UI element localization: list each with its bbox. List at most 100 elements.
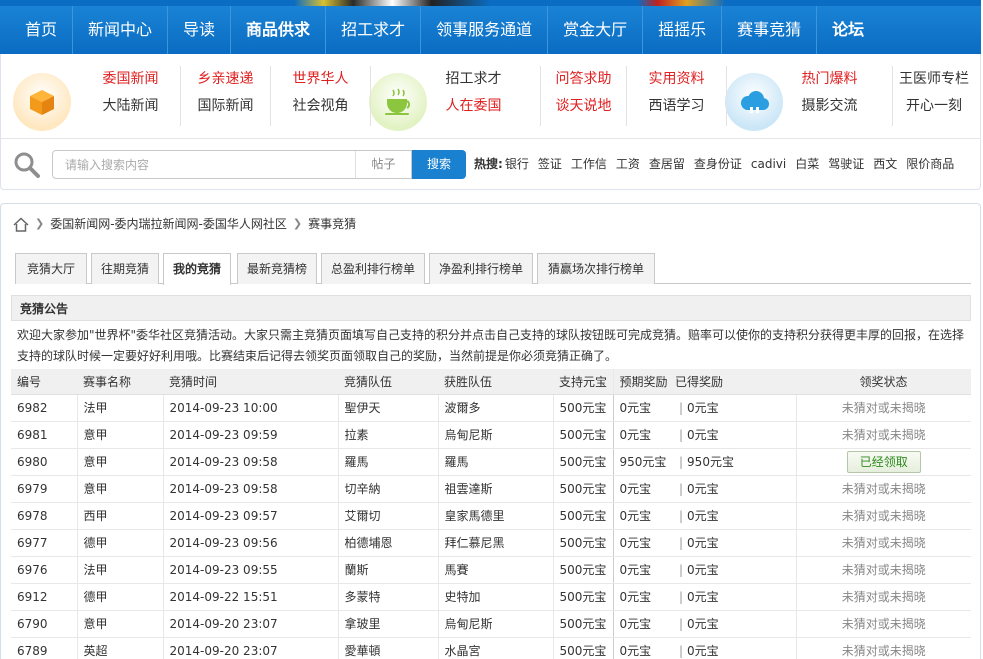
cell-status: 未猜对或未揭晓 (796, 637, 971, 659)
cell-team: 拿玻里 (338, 610, 439, 638)
cell-time: 2014-09-23 09:55 (163, 556, 339, 584)
col-event: 赛事名称 (77, 369, 163, 395)
cell-status: 未猜对或未揭晓 (796, 394, 971, 422)
cell-status: 未猜对或未揭晓 (796, 475, 971, 503)
hot-search-link[interactable]: 工资 (616, 152, 640, 176)
expected-value: 0元宝 (619, 509, 652, 523)
channel-link[interactable]: 招工求才 (407, 66, 540, 93)
channel-link[interactable]: 世界华人 (271, 66, 370, 93)
cell-team: 羅馬 (338, 448, 439, 476)
cell-winner: 羅馬 (438, 448, 554, 476)
channel-link[interactable]: 乡亲速递 (181, 66, 270, 93)
channel-link[interactable]: 人在委国 (407, 93, 540, 120)
top-navigation: 首页 新闻中心 导读 商品供求 招工求才 领事服务通道 赏金大厅 摇摇乐 赛事竞猜 论坛 (0, 0, 981, 54)
hot-search-link[interactable]: 签证 (538, 152, 562, 176)
nav-item[interactable]: 商品供求 (231, 6, 327, 54)
search-button[interactable]: 搜索 (412, 150, 466, 179)
tab-item[interactable]: 竞猜大厅 (15, 253, 87, 284)
cell-time: 2014-09-23 10:00 (163, 394, 339, 422)
claimed-button[interactable]: 已经领取 (846, 450, 921, 473)
nav-item[interactable]: 赏金大厅 (548, 6, 644, 54)
status-text: 未猜对或未揭晓 (841, 536, 926, 550)
cell-event: 意甲 (77, 475, 164, 503)
cell-stake: 500元宝 (553, 583, 614, 611)
search-bar: 帖子 搜索 热搜: 银行签证工作信工资查居留查身份证 cadivi 白菜驾驶证西文限… (0, 138, 981, 190)
cell-won: | 0元宝 (669, 394, 797, 422)
nav-item[interactable]: 招工求才 (326, 6, 422, 54)
channel-link[interactable]: 摄影交流 (767, 93, 892, 120)
channel-group: 委国新闻 大陆新闻 (81, 66, 181, 126)
nav-item[interactable]: 首页 (10, 6, 74, 54)
nav-item[interactable]: 论坛 (817, 6, 879, 54)
tab-item[interactable]: 猜赢场次排行榜单 (537, 253, 655, 284)
tab-item[interactable]: 最新竞猜榜 (237, 253, 317, 284)
hot-search-link[interactable]: 白菜 (795, 152, 819, 176)
search-input[interactable] (53, 151, 353, 178)
hot-search-link[interactable]: cadivi (751, 152, 786, 176)
hot-search-link[interactable]: 查居留 (649, 152, 685, 176)
cell-expected: 0元宝 (613, 502, 669, 530)
tab-item[interactable]: 往期竞猜 (91, 253, 159, 284)
cell-time: 2014-09-20 23:07 (163, 637, 339, 659)
divider: | (679, 617, 684, 631)
hot-search-link[interactable]: 驾驶证 (828, 152, 864, 176)
col-team: 竞猜队伍 (338, 369, 438, 395)
hot-search-link[interactable]: 银行 (505, 152, 529, 176)
nav-item[interactable]: 领事服务通道 (421, 6, 549, 54)
breadcrumb-site-link[interactable]: 委国新闻网-委内瑞拉新闻网-委国华人网社区 (50, 215, 287, 233)
cell-expected: 0元宝 (613, 475, 669, 503)
cell-winner: 烏甸尼斯 (438, 610, 554, 638)
chevron-right-icon: ❯ (292, 217, 303, 230)
channel-link[interactable]: 国际新闻 (181, 93, 270, 120)
cell-winner: 拜仁慕尼黑 (438, 529, 554, 557)
cell-team: 拉素 (338, 421, 439, 449)
channel-link[interactable]: 谈天说地 (541, 93, 626, 120)
channel-link[interactable]: 热门爆料 (767, 66, 892, 93)
tab-item[interactable]: 总盈利排行榜单 (321, 253, 425, 284)
channel-link[interactable]: 大陆新闻 (81, 93, 180, 120)
won-value: 0元宝 (687, 563, 719, 577)
channel-link[interactable]: 王医师专栏 (893, 66, 975, 93)
table-header-row: 编号 赛事名称 竞猜时间 竞猜队伍 获胜队伍 支持元宝 预期奖励 已得奖励 领奖… (11, 369, 971, 395)
channel-group: 乡亲速递 国际新闻 (181, 66, 271, 126)
nav-item[interactable]: 赛事竞猜 (722, 6, 818, 54)
hot-search-link[interactable]: 限价商品 (906, 152, 954, 176)
tab-item[interactable]: 我的竞猜 (163, 253, 231, 285)
channel-link[interactable]: 开心一刻 (893, 93, 975, 120)
cell-team: 柏德埔恩 (338, 529, 439, 557)
cell-won: | 0元宝 (669, 421, 797, 449)
hot-search-link[interactable]: 工作信 (571, 152, 607, 176)
divider: | (679, 536, 684, 550)
nav-item[interactable]: 新闻中心 (73, 6, 169, 54)
cell-event: 意甲 (77, 448, 164, 476)
won-value: 950元宝 (687, 455, 734, 469)
divider: | (679, 455, 684, 469)
expected-value: 0元宝 (619, 536, 652, 550)
hot-search-list: 热搜: 银行 签证 工作信 工资 查居留 查身份证 cadivi 白菜 驾驶证 西文 限价商品 (474, 152, 963, 176)
nav-item[interactable]: 导读 (168, 6, 232, 54)
channel-link[interactable]: 实用资料 (627, 66, 726, 93)
cell-time: 2014-09-23 09:58 (163, 448, 339, 476)
magnifier-icon (14, 152, 40, 178)
cell-stake: 500元宝 (553, 421, 614, 449)
cell-time: 2014-09-23 09:59 (163, 421, 339, 449)
channel-link[interactable]: 西语学习 (627, 93, 726, 120)
table-row: 6977 德甲 2014-09-23 09:56 柏德埔恩 拜仁慕尼黑 500元宝 0元宝 |… (11, 529, 971, 557)
cell-id: 6976 (11, 556, 78, 584)
nav-item[interactable]: 摇摇乐 (643, 6, 723, 54)
home-icon[interactable] (13, 216, 29, 232)
cell-won: | 0元宝 (669, 529, 797, 557)
cell-expected: 0元宝 (613, 610, 669, 638)
hot-search-link[interactable]: 西文 (873, 152, 897, 176)
cell-won: | 0元宝 (669, 637, 797, 659)
channel-link[interactable]: 社会视角 (271, 93, 370, 120)
search-scope-select[interactable]: 帖子 (355, 151, 411, 178)
won-value: 0元宝 (687, 428, 719, 442)
cell-won: | 0元宝 (669, 475, 797, 503)
channel-link[interactable]: 问答求助 (541, 66, 626, 93)
hot-search-link[interactable]: 查身份证 (694, 152, 742, 176)
tab-item[interactable]: 净盈利排行榜单 (429, 253, 533, 284)
cell-expected: 0元宝 (613, 583, 669, 611)
channel-link[interactable]: 委国新闻 (81, 66, 180, 93)
channel-group: 世界华人 社会视角 (271, 66, 371, 126)
